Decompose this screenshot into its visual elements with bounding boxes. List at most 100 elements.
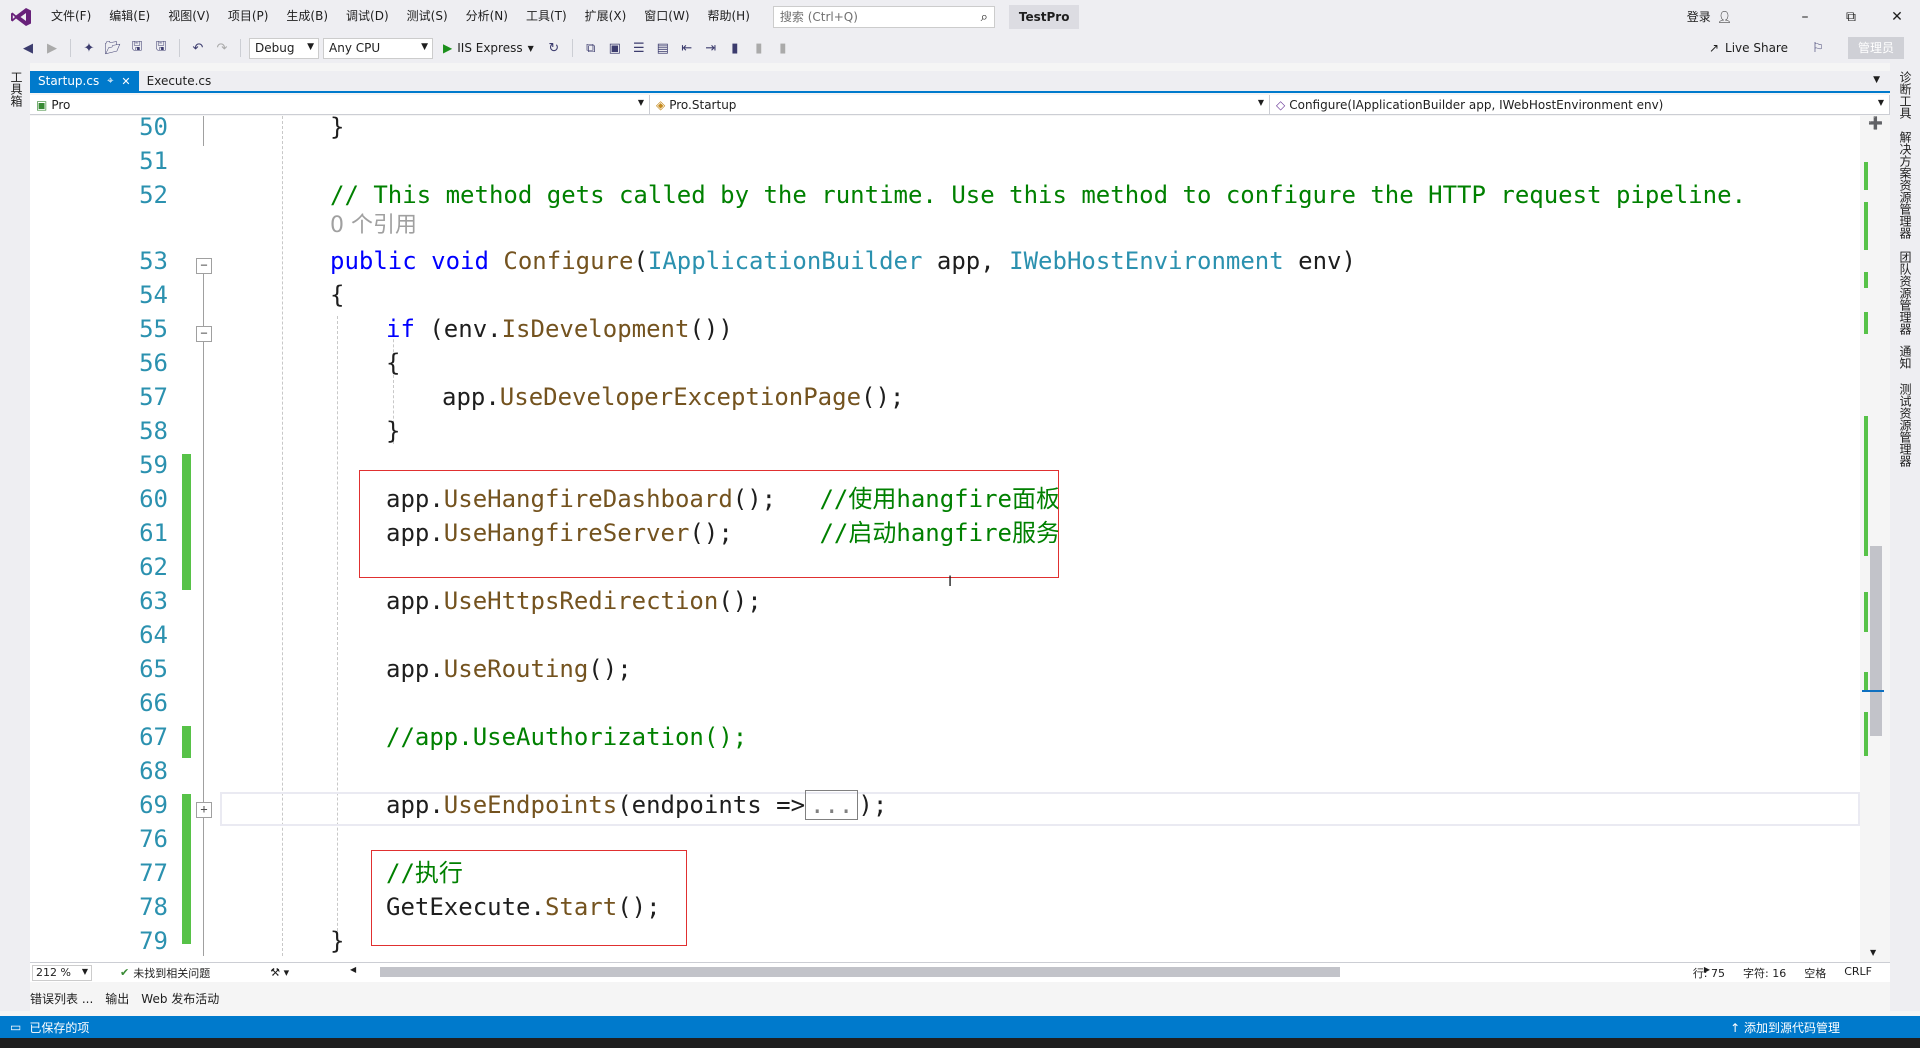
minimize-button[interactable]: – xyxy=(1782,9,1828,25)
menu-extensions[interactable]: 扩展(X) xyxy=(576,0,636,33)
step-icon[interactable]: ☰ xyxy=(629,38,649,58)
back-icon[interactable]: ◀ xyxy=(18,38,38,58)
share-icon: ↗ xyxy=(1708,41,1720,55)
menu-help[interactable]: 帮助(H) xyxy=(699,0,759,33)
change-indicator xyxy=(182,794,191,944)
horizontal-scrollbar[interactable]: ◀ ▶ xyxy=(340,965,1710,977)
tab-execute-cs[interactable]: Execute.cs xyxy=(139,71,220,91)
menu-tools[interactable]: 工具(T) xyxy=(517,0,576,33)
undo-icon[interactable]: ↶ xyxy=(188,38,208,58)
indent-icon[interactable]: ⇥ xyxy=(701,38,721,58)
indent-guide xyxy=(337,316,338,946)
menu-edit[interactable]: 编辑(E) xyxy=(100,0,159,33)
diagnostic-tools-tab[interactable]: 诊断工具 xyxy=(1897,71,1914,119)
member-dropdown[interactable]: ◇ Configure(IApplicationBuilder app, IWe… xyxy=(1270,95,1890,114)
toolbox-tab[interactable]: 工具箱 xyxy=(8,71,25,107)
tab-web-publish[interactable]: Web 发布活动 xyxy=(141,990,219,1007)
tab-label: Startup.cs xyxy=(38,74,100,88)
menu-debug[interactable]: 调试(D) xyxy=(337,0,398,33)
add-to-source-control-button[interactable]: ↑ 添加到源代码管理 xyxy=(1730,1019,1840,1036)
vertical-scrollbar[interactable]: ➕ ▼ xyxy=(1860,116,1890,962)
screenshot-icon[interactable]: ▣ xyxy=(605,38,625,58)
chevron-down-icon: ▼ xyxy=(527,43,534,53)
layout-icon[interactable]: ▤ xyxy=(653,38,673,58)
notifications-tab[interactable]: 通知 xyxy=(1897,345,1914,369)
line-number: 53 xyxy=(139,247,168,275)
scroll-thumb[interactable] xyxy=(380,967,1340,977)
restore-button[interactable]: ⧉ xyxy=(1828,9,1874,25)
chevron-down-icon[interactable]: ▼ xyxy=(1873,75,1880,85)
team-explorer-tab[interactable]: 团队资源管理器 xyxy=(1897,251,1914,335)
tab-error-list[interactable]: 错误列表 ... xyxy=(30,990,93,1007)
menu-build[interactable]: 生成(B) xyxy=(277,0,337,33)
browser-link-icon[interactable]: ⧉ xyxy=(581,38,601,58)
issues-indicator[interactable]: ✔ 未找到相关问题 xyxy=(120,965,210,981)
scroll-thumb[interactable] xyxy=(1870,546,1882,736)
open-file-icon[interactable]: 📂︎ xyxy=(103,38,123,58)
save-all-icon[interactable]: 🖫︎ xyxy=(151,38,171,58)
start-debugging-button[interactable]: ▶ IIS Express ▼ xyxy=(437,41,540,55)
outdent-icon[interactable]: ⇤ xyxy=(677,38,697,58)
redo-icon[interactable]: ↷ xyxy=(212,38,232,58)
line-number: 56 xyxy=(139,349,168,377)
chevron-down-icon[interactable]: ▼ xyxy=(1870,948,1876,957)
editor-status-strip: 212 % ▼ ✔ 未找到相关问题 ⚒ ▾ ◀ ▶ 行: 75 字符: 16 空… xyxy=(30,962,1890,982)
collapsed-region[interactable]: ... xyxy=(805,790,859,820)
prev-bookmark-icon[interactable]: ▮ xyxy=(749,38,769,58)
change-marker xyxy=(1864,312,1868,334)
project-dropdown[interactable]: ▣ Pro ▼ xyxy=(30,95,650,114)
menu-window[interactable]: 窗口(W) xyxy=(635,0,698,33)
collapse-toggle[interactable]: − xyxy=(196,326,212,342)
platform-select[interactable]: Any CPU ▼ xyxy=(323,37,433,59)
menu-project[interactable]: 项目(P) xyxy=(219,0,278,33)
play-icon: ▶ xyxy=(443,41,453,55)
menu-view[interactable]: 视图(V) xyxy=(159,0,219,33)
code-line-53: public void Configure(IApplicationBuilde… xyxy=(330,247,1356,275)
code-line-57: app.UseDeveloperExceptionPage(); xyxy=(442,383,905,411)
change-marker xyxy=(1864,592,1868,632)
project-value: Pro xyxy=(51,97,71,112)
feedback-icon[interactable]: ⚐ xyxy=(1808,38,1828,58)
expand-toggle[interactable]: + xyxy=(196,802,212,818)
change-marker xyxy=(1864,272,1868,288)
solution-explorer-tab[interactable]: 解决方案资源管理器 xyxy=(1897,131,1914,239)
pin-icon[interactable]: ⌖ xyxy=(107,74,113,88)
codelens-references[interactable]: 0 个引用 xyxy=(330,212,417,240)
eol-indicator[interactable]: CRLF xyxy=(1844,965,1872,981)
new-project-icon[interactable]: ✦ xyxy=(79,38,99,58)
code-editor[interactable]: 50 51 52 53 54 55 56 57 58 59 60 61 62 6… xyxy=(30,116,1860,962)
chevron-left-icon[interactable]: ◀ xyxy=(350,965,356,974)
close-window-button[interactable]: ✕ xyxy=(1874,9,1920,25)
visual-studio-window: 文件(F) 编辑(E) 视图(V) 项目(P) 生成(B) 调试(D) 测试(S… xyxy=(0,0,1920,1048)
collapse-toggle[interactable]: − xyxy=(196,258,212,274)
refresh-icon[interactable]: ↻ xyxy=(544,38,564,58)
live-share-button[interactable]: ↗ Live Share xyxy=(1709,41,1788,55)
configuration-select[interactable]: Debug ▼ xyxy=(249,37,319,59)
test-explorer-tab[interactable]: 测试资源管理器 xyxy=(1897,383,1914,467)
next-bookmark-icon[interactable]: ▮ xyxy=(773,38,793,58)
save-icon[interactable]: 🖫︎ xyxy=(127,38,147,58)
brush-icon[interactable]: ⚒ ▾ xyxy=(270,966,289,979)
zoom-select[interactable]: 212 % ▼ xyxy=(32,964,92,981)
zoom-value: 212 % xyxy=(36,966,71,979)
menu-analyze[interactable]: 分析(N) xyxy=(457,0,517,33)
char-indicator[interactable]: 字符: 16 xyxy=(1743,965,1786,981)
whitespace-indicator[interactable]: 空格 xyxy=(1804,965,1826,981)
login-button[interactable]: 登录 👤︎ xyxy=(1687,8,1732,25)
search-input[interactable]: 搜索 (Ctrl+Q) ⌕ xyxy=(772,5,995,28)
type-dropdown[interactable]: ◈ Pro.Startup ▼ xyxy=(650,95,1270,114)
line-indicator[interactable]: 行: 75 xyxy=(1693,965,1725,981)
change-indicator xyxy=(182,726,191,758)
menu-file[interactable]: 文件(F) xyxy=(42,0,100,33)
close-icon[interactable]: ✕ xyxy=(121,75,130,88)
search-icon: ⌕ xyxy=(980,9,988,25)
forward-icon[interactable]: ▶ xyxy=(42,38,62,58)
visual-studio-logo-icon[interactable] xyxy=(10,6,32,28)
tab-output[interactable]: 输出 xyxy=(105,990,129,1007)
line-number: 63 xyxy=(139,587,168,615)
split-icon[interactable]: ➕ xyxy=(1868,116,1883,130)
bookmark-icon[interactable]: ▮ xyxy=(725,38,745,58)
person-icon: 👤︎ xyxy=(1716,9,1732,24)
tab-startup-cs[interactable]: Startup.cs ⌖ ✕ xyxy=(30,71,139,91)
menu-test[interactable]: 测试(S) xyxy=(398,0,457,33)
